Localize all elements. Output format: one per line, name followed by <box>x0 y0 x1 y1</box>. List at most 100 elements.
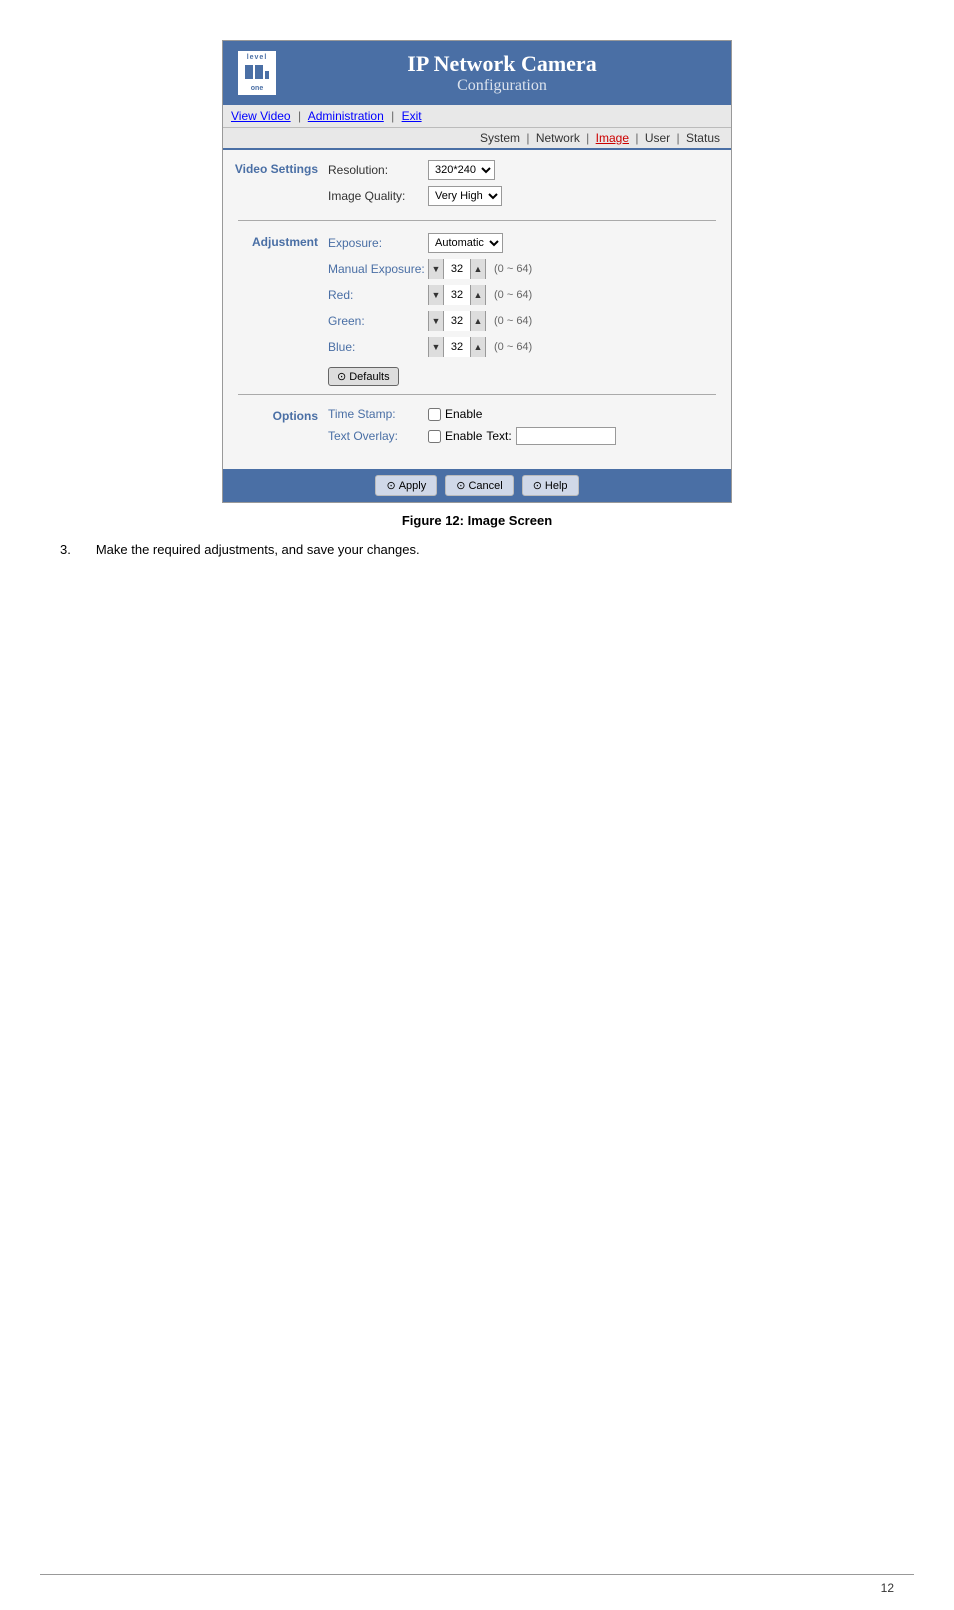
image-quality-label: Image Quality: <box>328 189 428 203</box>
time-stamp-label: Time Stamp: <box>328 407 428 421</box>
page-number: 12 <box>881 1581 894 1595</box>
image-quality-select[interactable]: Low Medium High Very High <box>428 186 502 206</box>
tab-sep3: | <box>635 131 638 145</box>
blue-spinbox: ▼ ▲ <box>428 337 486 357</box>
video-settings-section: Video Settings Resolution: 160*120 320*2… <box>228 160 726 212</box>
help-button[interactable]: Help <box>522 475 579 496</box>
divider2 <box>238 394 716 399</box>
green-down-btn[interactable]: ▼ <box>429 311 443 331</box>
red-value: ▼ ▲ (0 ~ 64) <box>428 285 532 305</box>
defaults-row: Defaults <box>328 363 726 386</box>
green-input[interactable] <box>443 311 471 331</box>
manual-exposure-value: ▼ ▲ (0 ~ 64) <box>428 259 532 279</box>
tab-sep1: | <box>526 131 529 145</box>
time-stamp-value: Enable <box>428 407 482 421</box>
tab-image[interactable]: Image <box>596 131 629 145</box>
green-spinbox: ▼ ▲ <box>428 311 486 331</box>
tab-network[interactable]: Network <box>536 131 580 145</box>
section-tabs: System | Network | Image | User | Status <box>223 128 731 150</box>
adjustment-section: Adjustment Exposure: Automatic Manual Ma… <box>228 233 726 386</box>
adjustment-label: Adjustment <box>228 233 328 386</box>
main-title-text: IP Network Camera <box>288 51 716 77</box>
blue-label: Blue: <box>328 340 428 354</box>
text-overlay-input[interactable] <box>516 427 616 445</box>
blue-range: (0 ~ 64) <box>494 341 532 353</box>
resolution-row: Resolution: 160*120 320*240 640*480 <box>328 160 726 180</box>
exposure-label: Exposure: <box>328 236 428 250</box>
camera-config-panel: level one IP Network Camera Configuratio… <box>222 40 732 503</box>
logo-level-text: level <box>247 54 268 61</box>
manual-exposure-down-btn[interactable]: ▼ <box>429 259 443 279</box>
camera-footer: Apply Cancel Help <box>223 469 731 502</box>
options-content: Time Stamp: Enable Text Overlay: Enable … <box>328 407 726 451</box>
administration-link[interactable]: Administration <box>308 109 384 123</box>
logo-one-text: one <box>251 85 263 92</box>
camera-body: Video Settings Resolution: 160*120 320*2… <box>223 150 731 469</box>
main-nav: View Video | Administration | Exit <box>223 105 731 128</box>
brand-logo: level one <box>238 51 276 95</box>
red-down-btn[interactable]: ▼ <box>429 285 443 305</box>
page-title: IP Network Camera Configuration <box>288 51 716 95</box>
exit-link[interactable]: Exit <box>402 109 422 123</box>
view-video-link[interactable]: View Video <box>231 109 291 123</box>
red-label: Red: <box>328 288 428 302</box>
figure-caption: Figure 12: Image Screen <box>60 513 894 528</box>
green-value: ▼ ▲ (0 ~ 64) <box>428 311 532 331</box>
manual-exposure-spinbox: ▼ ▲ <box>428 259 486 279</box>
blue-row: Blue: ▼ ▲ (0 ~ 64) <box>328 337 726 357</box>
resolution-value: 160*120 320*240 640*480 <box>428 160 495 180</box>
manual-exposure-row: Manual Exposure: ▼ ▲ (0 ~ 64) <box>328 259 726 279</box>
adjustment-content: Exposure: Automatic Manual Manual Exposu… <box>328 233 726 386</box>
exposure-row: Exposure: Automatic Manual <box>328 233 726 253</box>
logo-icon <box>243 61 271 85</box>
text-overlay-row: Text Overlay: Enable Text: <box>328 427 726 445</box>
manual-exposure-range: (0 ~ 64) <box>494 263 532 275</box>
video-settings-label: Video Settings <box>228 160 328 212</box>
instruction-row: 3. Make the required adjustments, and sa… <box>60 542 894 557</box>
red-spinbox: ▼ ▲ <box>428 285 486 305</box>
nav-sep1: | <box>298 109 301 123</box>
blue-value: ▼ ▲ (0 ~ 64) <box>428 337 532 357</box>
resolution-select[interactable]: 160*120 320*240 640*480 <box>428 160 495 180</box>
green-up-btn[interactable]: ▲ <box>471 311 485 331</box>
image-quality-row: Image Quality: Low Medium High Very High <box>328 186 726 206</box>
text-overlay-enable-label: Enable <box>445 429 482 443</box>
green-row: Green: ▼ ▲ (0 ~ 64) <box>328 311 726 331</box>
red-input[interactable] <box>443 285 471 305</box>
time-stamp-checkbox[interactable] <box>428 408 441 421</box>
blue-up-btn[interactable]: ▲ <box>471 337 485 357</box>
sub-title-text: Configuration <box>288 77 716 95</box>
text-overlay-label: Text Overlay: <box>328 429 428 443</box>
tab-status[interactable]: Status <box>686 131 720 145</box>
options-label: Options <box>228 407 328 451</box>
video-settings-content: Resolution: 160*120 320*240 640*480 Imag… <box>328 160 726 212</box>
blue-input[interactable] <box>443 337 471 357</box>
instruction-number: 3. <box>60 542 71 557</box>
red-range: (0 ~ 64) <box>494 289 532 301</box>
tab-user[interactable]: User <box>645 131 670 145</box>
apply-button[interactable]: Apply <box>375 475 437 496</box>
defaults-button[interactable]: Defaults <box>328 367 399 386</box>
tab-system[interactable]: System <box>480 131 520 145</box>
text-overlay-value: Enable Text: <box>428 427 616 445</box>
time-stamp-enable-label: Enable <box>445 407 482 421</box>
blue-down-btn[interactable]: ▼ <box>429 337 443 357</box>
manual-exposure-label: Manual Exposure: <box>328 262 428 276</box>
camera-header: level one IP Network Camera Configuratio… <box>223 41 731 105</box>
tab-sep2: | <box>586 131 589 145</box>
cancel-button[interactable]: Cancel <box>445 475 513 496</box>
resolution-label: Resolution: <box>328 163 428 177</box>
instruction-text: Make the required adjustments, and save … <box>96 542 420 557</box>
red-up-btn[interactable]: ▲ <box>471 285 485 305</box>
manual-exposure-input[interactable] <box>443 259 471 279</box>
green-range: (0 ~ 64) <box>494 315 532 327</box>
text-overlay-checkbox[interactable] <box>428 430 441 443</box>
page-divider <box>40 1574 914 1575</box>
tab-sep4: | <box>677 131 680 145</box>
options-section: Options Time Stamp: Enable Text Overlay: <box>228 407 726 451</box>
nav-sep2: | <box>391 109 394 123</box>
exposure-select[interactable]: Automatic Manual <box>428 233 503 253</box>
exposure-value: Automatic Manual <box>428 233 503 253</box>
text-overlay-text-label: Text: <box>486 429 511 443</box>
manual-exposure-up-btn[interactable]: ▲ <box>471 259 485 279</box>
